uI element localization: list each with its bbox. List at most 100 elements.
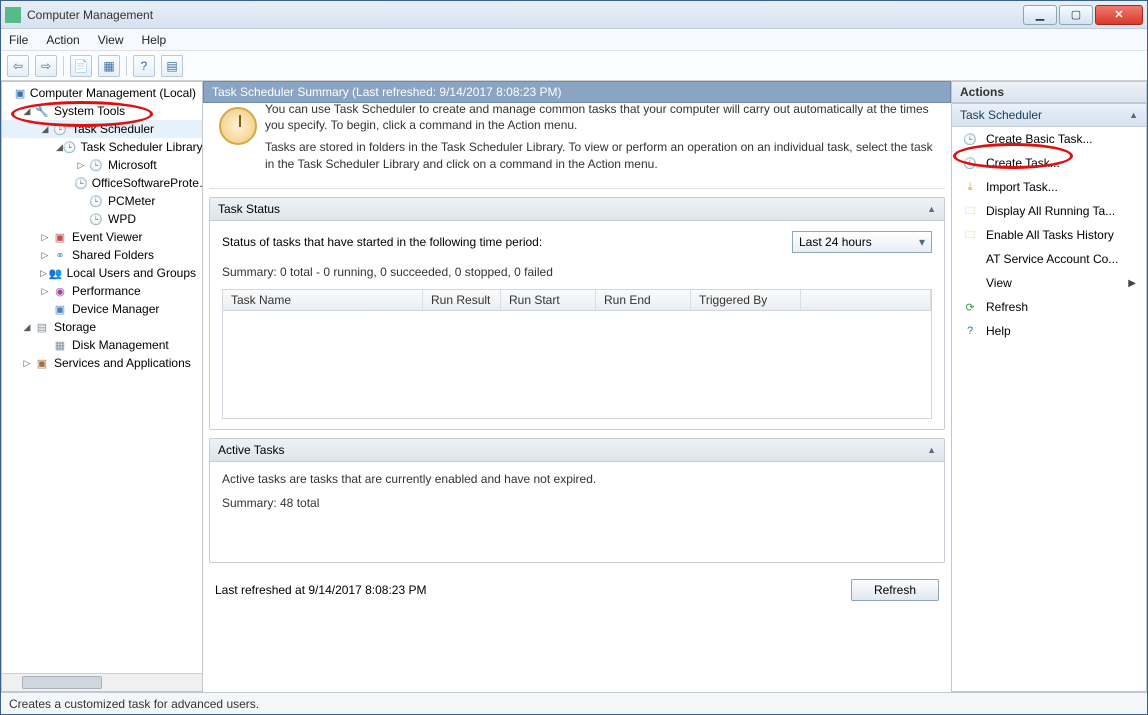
- tree-storage[interactable]: ◢▤Storage: [2, 318, 202, 336]
- action-create-task[interactable]: 🕒 Create Task...: [952, 151, 1146, 175]
- task-status-header[interactable]: Task Status ▲: [210, 198, 944, 221]
- tree-users-label: Local Users and Groups: [67, 266, 196, 280]
- action-label: AT Service Account Co...: [986, 252, 1118, 266]
- tree-tasksched-label: Task Scheduler: [72, 122, 154, 136]
- tree-performance[interactable]: ▷◉Performance: [2, 282, 202, 300]
- active-tasks-summary: Summary: 48 total: [222, 496, 932, 510]
- last-refreshed-label: Last refreshed at 9/14/2017 8:08:23 PM: [215, 583, 426, 597]
- tree-microsoft-label: Microsoft: [108, 158, 157, 172]
- tree-microsoft[interactable]: ▷🕒Microsoft: [2, 156, 202, 174]
- action-enable-history[interactable]: 🗀Enable All Tasks History: [952, 223, 1146, 247]
- tree-office[interactable]: 🕒OfficeSoftwareProte…: [2, 174, 202, 192]
- action-label: Help: [986, 324, 1011, 338]
- help-button[interactable]: ?: [133, 55, 155, 77]
- tree-wpd[interactable]: 🕒WPD: [2, 210, 202, 228]
- tree-shared-folders[interactable]: ▷⚭Shared Folders: [2, 246, 202, 264]
- tree-event-viewer[interactable]: ▷▣Event Viewer: [2, 228, 202, 246]
- action-label: Create Basic Task...: [986, 132, 1093, 146]
- tree-shared-label: Shared Folders: [72, 248, 154, 262]
- intro-text-2: Tasks are stored in folders in the Task …: [265, 139, 935, 171]
- task-table-head: Task Name Run Result Run Start Run End T…: [223, 290, 931, 311]
- center-footer: Last refreshed at 9/14/2017 8:08:23 PM R…: [209, 571, 945, 609]
- refresh-icon: ⟳: [962, 299, 978, 315]
- maximize-button[interactable]: [1059, 5, 1093, 25]
- action-import-task[interactable]: ⤓ Import Task...: [952, 175, 1146, 199]
- menubar: File Action View Help: [1, 29, 1147, 51]
- tree-system-tools[interactable]: ◢🔧System Tools: [2, 102, 202, 120]
- actions-group-title: Task Scheduler: [960, 108, 1042, 122]
- tree-serv-label: Services and Applications: [54, 356, 191, 370]
- actions-group-header[interactable]: Task Scheduler ▲: [952, 104, 1146, 127]
- action-label: Display All Running Ta...: [986, 204, 1115, 218]
- import-icon: ⤓: [962, 179, 978, 195]
- window-title: Computer Management: [27, 8, 1023, 22]
- task-icon: 🕒: [962, 155, 978, 171]
- window-buttons: [1023, 5, 1143, 25]
- tree-task-scheduler[interactable]: ◢🕒Task Scheduler: [2, 120, 202, 138]
- col-run-start[interactable]: Run Start: [501, 290, 596, 310]
- active-tasks-body: Active tasks are tasks that are currentl…: [210, 462, 944, 562]
- tree-disk-label: Disk Management: [72, 338, 169, 352]
- tree-pcmeter[interactable]: 🕒PCMeter: [2, 192, 202, 210]
- tree-services-apps[interactable]: ▷▣Services and Applications: [2, 354, 202, 372]
- action-view[interactable]: View ▶: [952, 271, 1146, 295]
- action-refresh[interactable]: ⟳Refresh: [952, 295, 1146, 319]
- toolbar-separator: [63, 56, 64, 76]
- up-button[interactable]: 📄: [70, 55, 92, 77]
- tree-root[interactable]: ▣Computer Management (Local): [2, 84, 202, 102]
- active-tasks-title: Active Tasks: [218, 443, 284, 457]
- center-header: Task Scheduler Summary (Last refreshed: …: [203, 81, 951, 103]
- time-period-combo[interactable]: Last 24 hours: [792, 231, 932, 253]
- statusbar-text: Creates a customized task for advanced u…: [9, 697, 259, 711]
- col-run-end[interactable]: Run End: [596, 290, 691, 310]
- collapse-icon: ▲: [1129, 110, 1138, 120]
- intro-text-1: You can use Task Scheduler to create and…: [265, 103, 935, 133]
- tree-disk-management[interactable]: ▦Disk Management: [2, 336, 202, 354]
- tree-storage-label: Storage: [54, 320, 96, 334]
- main: ▣Computer Management (Local) ◢🔧System To…: [1, 81, 1147, 692]
- refresh-button[interactable]: Refresh: [851, 579, 939, 601]
- menu-help[interactable]: Help: [142, 33, 167, 47]
- collapse-icon: ▲: [927, 445, 936, 455]
- tree-scrollbar[interactable]: [2, 673, 202, 691]
- col-task-name[interactable]: Task Name: [223, 290, 423, 310]
- col-triggered-by[interactable]: Triggered By: [691, 290, 801, 310]
- task-status-body: Status of tasks that have started in the…: [210, 221, 944, 429]
- close-button[interactable]: [1095, 5, 1143, 25]
- action-help[interactable]: ?Help: [952, 319, 1146, 343]
- tree-device-manager[interactable]: ▣Device Manager: [2, 300, 202, 318]
- tree-task-scheduler-library[interactable]: ◢🕒Task Scheduler Library: [2, 138, 202, 156]
- chevron-right-icon: ▶: [1128, 278, 1136, 289]
- blank-icon: [962, 251, 978, 267]
- action-label: Create Task...: [986, 156, 1060, 170]
- tree-local-users[interactable]: ▷👥Local Users and Groups: [2, 264, 202, 282]
- active-tasks-header[interactable]: Active Tasks ▲: [210, 439, 944, 462]
- tree-perf-label: Performance: [72, 284, 141, 298]
- tree-pcmeter-label: PCMeter: [108, 194, 155, 208]
- action-label: View: [986, 276, 1012, 290]
- action-create-basic-task[interactable]: 🕒Create Basic Task...: [952, 127, 1146, 151]
- active-tasks-section: Active Tasks ▲ Active tasks are tasks th…: [209, 438, 945, 563]
- clock-icon: [219, 107, 257, 145]
- properties-button[interactable]: ▦: [98, 55, 120, 77]
- action-label: Import Task...: [986, 180, 1058, 194]
- center-body: You can use Task Scheduler to create and…: [203, 103, 951, 692]
- tree-root-label: Computer Management (Local): [30, 86, 196, 100]
- actions-panel: Actions Task Scheduler ▲ 🕒Create Basic T…: [951, 81, 1147, 692]
- back-button[interactable]: ⇦: [7, 55, 29, 77]
- time-period-value: Last 24 hours: [799, 235, 872, 249]
- minimize-button[interactable]: [1023, 5, 1057, 25]
- collapse-icon: ▲: [927, 204, 936, 214]
- action-at-service-account[interactable]: AT Service Account Co...: [952, 247, 1146, 271]
- intro-box: You can use Task Scheduler to create and…: [209, 103, 945, 189]
- menu-file[interactable]: File: [9, 33, 28, 47]
- forward-button[interactable]: ⇨: [35, 55, 57, 77]
- action-display-all-running[interactable]: 🗀Display All Running Ta...: [952, 199, 1146, 223]
- col-run-result[interactable]: Run Result: [423, 290, 501, 310]
- actions-title: Actions: [951, 81, 1147, 103]
- titlebar: Computer Management: [1, 1, 1147, 29]
- task-status-section: Task Status ▲ Status of tasks that have …: [209, 197, 945, 430]
- menu-view[interactable]: View: [98, 33, 124, 47]
- menu-action[interactable]: Action: [46, 33, 79, 47]
- show-hide-button[interactable]: ▤: [161, 55, 183, 77]
